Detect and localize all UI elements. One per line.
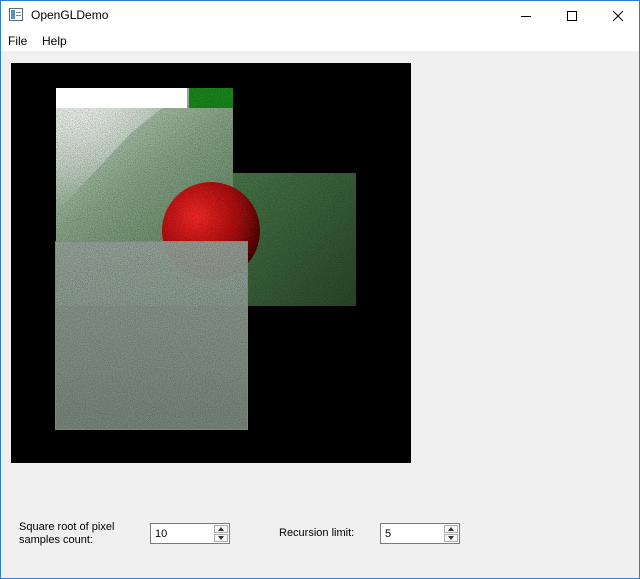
recursion-spinbox[interactable]: 5: [380, 523, 460, 544]
scene-content: [55, 88, 356, 429]
recursion-decrement-button[interactable]: [444, 534, 458, 542]
maximize-icon: [567, 11, 577, 21]
menu-help[interactable]: Help: [42, 34, 67, 48]
recursion-spin-buttons: [444, 525, 458, 542]
green-light: [189, 88, 233, 108]
samples-increment-button[interactable]: [214, 525, 228, 533]
rendered-scene: [55, 88, 356, 430]
samples-value[interactable]: 10: [155, 528, 167, 540]
area-light: [56, 88, 187, 108]
recursion-label: Recursion limit:: [279, 527, 355, 539]
minimize-icon: [521, 16, 531, 17]
samples-label: Square root of pixel samples count:: [19, 521, 115, 546]
samples-decrement-button[interactable]: [214, 534, 228, 542]
minimize-button[interactable]: [503, 1, 549, 31]
close-icon: [612, 10, 624, 22]
close-button[interactable]: [595, 1, 639, 31]
front-panel: [55, 241, 247, 429]
title-bar[interactable]: OpenGLDemo: [1, 1, 639, 31]
app-window-icon: [9, 8, 23, 21]
samples-spinbox[interactable]: 10: [150, 523, 230, 544]
main-window: OpenGLDemo File Help Square root of pixe…: [0, 0, 640, 579]
menu-file[interactable]: File: [8, 34, 27, 48]
recursion-value[interactable]: 5: [385, 528, 391, 540]
recursion-increment-button[interactable]: [444, 525, 458, 533]
samples-spin-buttons: [214, 525, 228, 542]
window-title: OpenGLDemo: [31, 8, 109, 22]
maximize-button[interactable]: [549, 1, 595, 31]
render-viewport[interactable]: [11, 63, 411, 463]
menu-bar: File Help: [1, 31, 639, 51]
